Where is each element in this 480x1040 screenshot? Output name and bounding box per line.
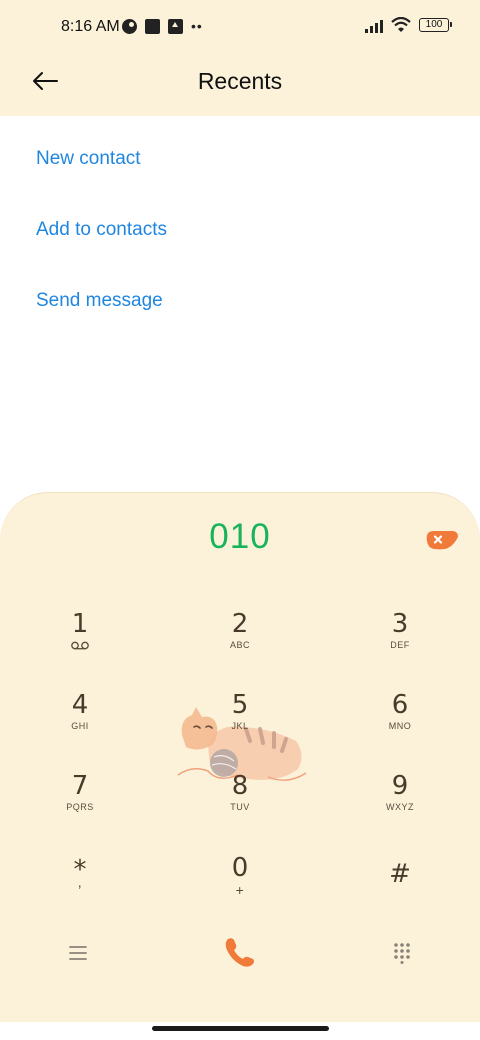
key-3[interactable]: 3 DEF bbox=[345, 609, 455, 679]
dialed-number: 010 bbox=[209, 517, 271, 556]
key-digit: # bbox=[389, 859, 411, 889]
voicemail-icon bbox=[71, 641, 89, 650]
phone-icon bbox=[225, 938, 254, 967]
key-hash[interactable]: # bbox=[345, 859, 455, 929]
key-letters: JKL bbox=[231, 721, 249, 731]
signal-icon bbox=[365, 18, 383, 33]
send-message-link[interactable]: Send message bbox=[36, 290, 163, 312]
page-title: Recents bbox=[197, 68, 283, 94]
dialpad-toggle-button[interactable] bbox=[382, 933, 422, 973]
key-digit: 6 bbox=[391, 690, 409, 720]
dialpad-panel: 010 1 2 ABC 3 DEF 4 GHI 5 JKL 6 MNO 7 PQ… bbox=[0, 492, 480, 1022]
top-bar: 8:16 AM •• 100 Recents bbox=[0, 0, 480, 116]
key-9[interactable]: 9 WXYZ bbox=[345, 771, 455, 841]
key-letters: TUV bbox=[230, 802, 250, 812]
key-letters: , bbox=[77, 874, 83, 890]
key-digit: 8 bbox=[231, 771, 249, 801]
upload-icon bbox=[168, 19, 183, 34]
notification-app-icon bbox=[122, 19, 137, 34]
dialpad-icon bbox=[394, 943, 410, 964]
backspace-icon bbox=[426, 531, 458, 550]
key-letters: WXYZ bbox=[386, 802, 414, 812]
notification-square-icon bbox=[145, 19, 160, 34]
key-digit: 2 bbox=[231, 609, 249, 639]
status-time: 8:16 AM bbox=[61, 18, 120, 35]
key-letters: GHI bbox=[71, 721, 89, 731]
more-notifications-icon: •• bbox=[191, 18, 203, 34]
key-digit: 1 bbox=[71, 609, 89, 639]
battery-icon: 100 bbox=[419, 18, 452, 32]
system-icons: 100 bbox=[365, 17, 452, 33]
key-7[interactable]: 7 PQRS bbox=[25, 771, 135, 841]
key-letters: MNO bbox=[388, 721, 412, 731]
key-digit: 9 bbox=[391, 771, 409, 801]
key-letters: ABC bbox=[229, 640, 250, 650]
add-to-contacts-link[interactable]: Add to contacts bbox=[36, 219, 167, 241]
backspace-button[interactable] bbox=[424, 529, 460, 551]
key-0[interactable]: 0 + bbox=[185, 853, 295, 923]
key-8[interactable]: 8 TUV bbox=[185, 771, 295, 841]
wifi-icon bbox=[391, 17, 411, 32]
key-digit: 3 bbox=[391, 609, 409, 639]
new-contact-link[interactable]: New contact bbox=[36, 148, 141, 170]
key-5[interactable]: 5 JKL bbox=[185, 690, 295, 760]
key-digit: 0 bbox=[231, 853, 249, 883]
menu-button[interactable] bbox=[58, 933, 98, 973]
call-button[interactable] bbox=[210, 929, 270, 975]
key-1[interactable]: 1 bbox=[25, 609, 135, 679]
key-digit: 4 bbox=[71, 690, 89, 720]
key-2[interactable]: 2 ABC bbox=[185, 609, 295, 679]
menu-icon bbox=[69, 946, 87, 960]
key-digit: 7 bbox=[71, 771, 89, 801]
key-6[interactable]: 6 MNO bbox=[345, 690, 455, 760]
navigation-handle[interactable] bbox=[152, 1026, 329, 1031]
key-letters: PQRS bbox=[66, 802, 94, 812]
key-letters: DEF bbox=[390, 640, 410, 650]
notification-icons: •• bbox=[122, 19, 203, 34]
status-bar: 8:16 AM •• 100 bbox=[0, 0, 480, 56]
key-star[interactable]: * , bbox=[25, 855, 135, 925]
key-4[interactable]: 4 GHI bbox=[25, 690, 135, 760]
key-letters: + bbox=[235, 882, 245, 898]
key-digit: 5 bbox=[231, 690, 249, 720]
